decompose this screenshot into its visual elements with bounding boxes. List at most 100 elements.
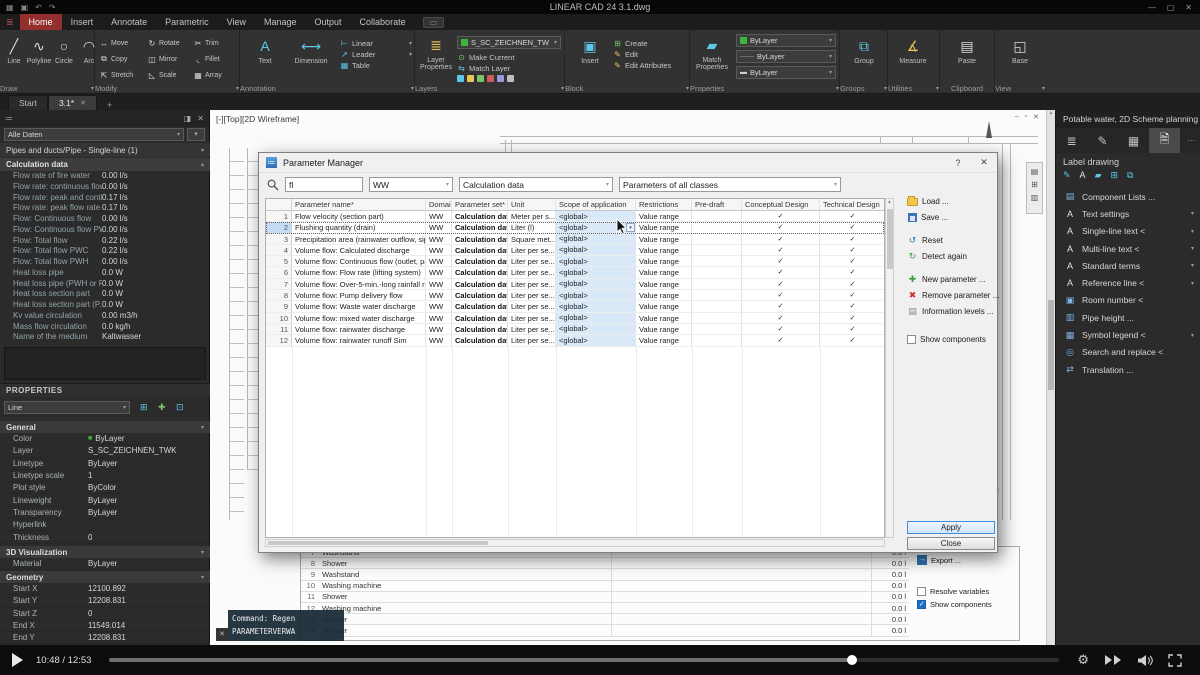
fullscreen-icon[interactable] [1168,654,1182,667]
domain-select[interactable]: WW ▾ [369,177,453,192]
conceptual-design-check[interactable]: ✓ [742,211,820,222]
technical-design-check[interactable]: ✓ [820,267,885,278]
panel-tab-grid-icon[interactable]: ▦ [1118,128,1149,153]
conceptual-design-check[interactable]: ✓ [742,245,820,256]
viewport-restore-icon[interactable]: ▫ [1025,113,1027,121]
conceptual-design-check[interactable]: ✓ [742,279,820,290]
scrollbar-thumb[interactable] [1048,300,1054,390]
pre-draft-check[interactable] [692,313,742,324]
layer-tool-icon[interactable] [487,75,494,82]
show-components-checkbox[interactable]: Show components [907,335,986,344]
property-row[interactable]: Start X 12100.892 [0,583,210,595]
panel-launcher-icon[interactable]: ⊞ [1031,180,1038,189]
layer-properties-tool[interactable]: ≣ Layer Properties [417,33,455,71]
panel-label-layers[interactable]: Layers▾ [415,83,564,94]
fixture-row[interactable]: 9 Washstand 0.0 l [301,569,909,580]
data-row[interactable]: Flow: Total flow 0.22 l/s [0,236,210,247]
parameter-row[interactable]: 5 Volume flow: Continuous flow (outlet, … [266,256,884,267]
conceptual-design-check[interactable]: ✓ [742,301,820,312]
dimension-tool[interactable]: ⟷ Dimension [288,34,334,65]
panel-label-clipboard[interactable]: Clipboard [940,83,994,94]
conceptual-design-check[interactable]: ✓ [742,290,820,301]
command-window-close-icon[interactable]: ✕ [216,628,228,641]
viewport-close-icon[interactable]: ✕ [1033,113,1039,121]
undo-icon[interactable]: ↶ [35,3,42,12]
redo-icon[interactable]: ↷ [49,3,56,12]
conceptual-design-check[interactable]: ✓ [742,256,820,267]
layer-tool-icon[interactable] [477,75,484,82]
quick-select-icon[interactable]: ✚ [158,402,166,413]
technical-design-check[interactable]: ✓ [820,301,885,312]
panel-label-view[interactable]: View▾ [995,83,1045,94]
paste-tool[interactable]: ▤ Paste [955,34,979,65]
conceptual-design-check[interactable]: ✓ [742,335,820,346]
group-tool[interactable]: ⧉ Group [852,34,876,65]
panel-menu-item[interactable]: A Standard terms ▾ [1056,257,1200,274]
pre-draft-check[interactable] [692,324,742,335]
panel-menu-item[interactable]: ▤ Component Lists ... [1056,188,1200,205]
conceptual-design-check[interactable]: ✓ [742,313,820,324]
layer-tool-icon[interactable] [507,75,514,82]
conceptual-design-check[interactable]: ✓ [742,267,820,278]
table-header-row[interactable]: Parameter name* Domain Parameter set* Un… [266,199,884,211]
property-row[interactable]: Start Y 12208.831 [0,595,210,607]
parameter-row[interactable]: 10 Volume flow: mixed water discharge WW… [266,313,884,324]
technical-design-check[interactable]: ✓ [820,279,885,290]
class-filter-select[interactable]: Parameters of all classes ▾ [619,177,841,192]
property-row[interactable]: Transparency ByLayer [0,507,210,519]
conceptual-design-check[interactable]: ✓ [742,234,820,245]
data-row[interactable]: Kv value circulation 0.00 m3/h [0,311,210,322]
save-icon[interactable]: ▣ [21,3,29,12]
panel-label-annotation[interactable]: Annotation▾ [240,83,414,94]
panel-menu-item[interactable]: ⇄ Translation ... [1056,361,1200,378]
property-row[interactable]: End Y 12208.831 [0,632,210,644]
fixture-row[interactable]: 8 Shower 0.0 l [301,558,909,569]
scrollbar-thumb[interactable] [887,209,893,269]
technical-design-check[interactable]: ✓ [820,335,885,346]
technical-design-check[interactable]: ✓ [820,222,885,233]
show-components-checkbox[interactable]: Show components [917,600,1017,609]
property-row[interactable]: End X 11549.014 [0,620,210,632]
command-line[interactable]: Command: Regen PARAMETERVERWA [228,610,344,641]
pre-draft-check[interactable] [692,290,742,301]
table-horizontal-scrollbar[interactable] [265,539,885,547]
fixture-row[interactable]: 11 Shower 0.0 l [301,592,909,603]
data-row[interactable]: Heat loss pipe 0.0 W [0,268,210,279]
apply-button[interactable]: Apply [907,521,995,534]
document-tab[interactable]: 3.1* ✕ [48,95,97,110]
insert-block-tool[interactable]: ▣ Insert [573,34,607,65]
panel-overflow-icon[interactable]: ⋯ [1187,136,1200,145]
tab-close-icon[interactable]: ✕ [80,99,86,107]
match-properties-tool[interactable]: ▰ Match Properties [692,33,732,71]
panel-tab-edit-icon[interactable]: ✎ [1087,128,1118,153]
dock-panel-icon[interactable]: ◨ [184,114,192,123]
panel-menu-item[interactable]: A Text settings ▾ [1056,205,1200,222]
selection-summary[interactable]: Pipes and ducts/Pipe - Single-line (1) ▾ [0,143,210,157]
panel-launcher-icon[interactable]: ▤ [1031,167,1039,176]
data-row[interactable]: Flow: Total flow PWH 0.00 l/s [0,257,210,268]
parameter-row[interactable]: 12 Volume flow: rainwater runoff Sim WW … [266,335,884,346]
color-select[interactable]: ByLayer ▾ [736,34,836,47]
canvas-scrollbar[interactable]: ▲ [1046,110,1055,645]
draw-tool[interactable]: ∿ Polyline [27,34,51,65]
panel-menu-item[interactable]: ▥ Pipe height ... [1056,309,1200,326]
close-icon[interactable]: ✕ [1185,3,1192,12]
pre-draft-check[interactable] [692,222,742,233]
property-row[interactable]: Lineweight ByLayer [0,494,210,506]
load-button[interactable]: Load ... [907,197,949,206]
parameter-row[interactable]: 4 Volume flow: Calculated discharge WW C… [266,245,884,256]
panel-menu-item[interactable]: A Reference line < ▾ [1056,274,1200,291]
parameter-row[interactable]: 8 Volume flow: Pump delivery flow WW Cal… [266,290,884,301]
modify-tool[interactable]: ✂ Trim [193,35,237,51]
panel-label-groups[interactable]: Groups▾ [840,83,887,94]
filter-options-icon[interactable]: ▾ [187,128,205,141]
remove-parameter-button[interactable]: ✖Remove parameter ... [907,290,999,301]
layer-select[interactable]: S_SC_ZEICHNEN_TW ▾ [457,36,561,49]
draw-tool[interactable]: ○ Circle [52,34,76,65]
modify-tool[interactable]: ↻ Rotate [147,35,193,51]
technical-design-check[interactable]: ✓ [820,324,885,335]
data-row[interactable]: Flow rate: peak flow rate 0.17 l/s [0,203,210,214]
viewport-label[interactable]: [-][Top][2D Wireframe] [216,114,299,124]
ribbon-tab[interactable]: Insert [62,14,103,30]
seek-handle[interactable] [847,655,857,665]
